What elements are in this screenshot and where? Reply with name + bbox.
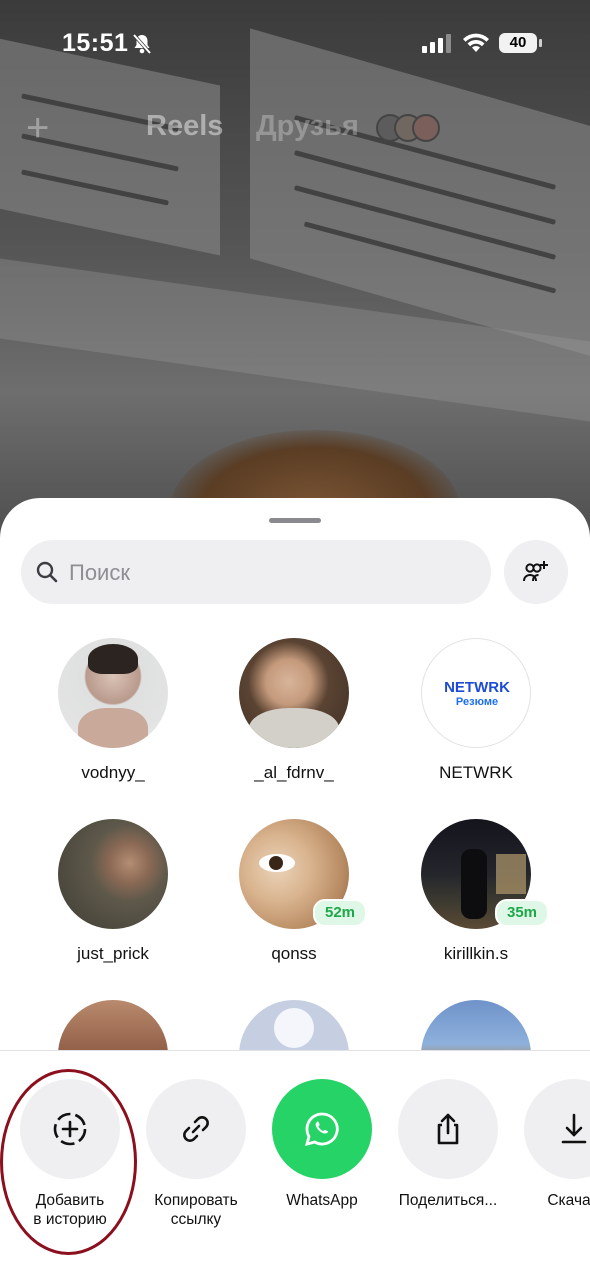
- active-badge: 52m: [313, 899, 367, 927]
- contact-item[interactable]: 35m kirillkin.s: [386, 819, 566, 979]
- battery-indicator: 40: [499, 33, 537, 53]
- add-people-button[interactable]: [504, 540, 568, 604]
- contact-name: kirillkin.s: [443, 944, 509, 963]
- action-label: WhatsApp: [286, 1192, 358, 1209]
- search-icon: [35, 560, 59, 589]
- action-label: Копировать ссылку: [154, 1192, 238, 1228]
- status-bar: 15:51 40: [0, 0, 590, 90]
- contact-name: qonss: [271, 944, 317, 963]
- action-circle: [524, 1079, 590, 1179]
- contact-name: _al_fdrnv_: [254, 763, 334, 782]
- contact-item[interactable]: just_prick: [23, 819, 203, 979]
- action-label: Поделиться...: [398, 1192, 498, 1209]
- contact-item[interactable]: _al_fdrnv_: [204, 638, 384, 798]
- silent-bell-icon: [131, 33, 153, 60]
- link-icon: [183, 1116, 209, 1142]
- contact-item[interactable]: 52m qonss: [204, 819, 384, 979]
- wifi-icon: [462, 32, 490, 59]
- netwrk-logo: NETWRK Резюме: [422, 679, 530, 708]
- plus-icon[interactable]: +: [26, 108, 49, 148]
- contact-item[interactable]: NETWRK Резюме NETWRK: [386, 638, 566, 798]
- netwrk-logo-subtitle: Резюме: [455, 696, 499, 708]
- contact-name: just_prick: [77, 944, 149, 963]
- contacts-grid: vodnyy_ _al_fdrnv_ NETWRK Резюме NETWRK …: [0, 638, 590, 1110]
- share-more-button[interactable]: Поделиться...: [383, 1079, 513, 1249]
- netwrk-logo-text: NETWRK: [444, 679, 510, 696]
- cellular-signal-icon: [422, 33, 452, 58]
- contact-name: vodnyy_: [81, 763, 145, 782]
- action-circle: [272, 1079, 372, 1179]
- search-input[interactable]: [67, 554, 471, 592]
- tab-reels[interactable]: Reels: [146, 110, 223, 143]
- download-button[interactable]: Скача: [509, 1079, 590, 1249]
- copy-link-button[interactable]: Копировать ссылку: [131, 1079, 261, 1249]
- contact-name: NETWRK: [439, 763, 513, 782]
- avatar: [58, 638, 168, 748]
- whatsapp-icon: [305, 1112, 339, 1146]
- whatsapp-share-button[interactable]: WhatsApp: [257, 1079, 387, 1249]
- action-circle: [146, 1079, 246, 1179]
- search-bar[interactable]: [21, 540, 491, 604]
- tab-friends[interactable]: Друзья: [256, 110, 359, 143]
- add-person-icon: [523, 561, 548, 582]
- highlight-ring-annotation: [0, 1069, 137, 1255]
- sheet-grabber[interactable]: [269, 518, 321, 523]
- avatar: [58, 819, 168, 929]
- avatar: NETWRK Резюме: [421, 638, 531, 748]
- battery-nub: [539, 39, 542, 47]
- action-circle: [398, 1079, 498, 1179]
- action-label: Скача: [547, 1192, 590, 1209]
- share-icon: [437, 1113, 459, 1145]
- download-icon: [561, 1113, 587, 1144]
- status-time: 15:51: [62, 29, 129, 57]
- avatar: [412, 114, 440, 142]
- contact-item[interactable]: vodnyy_: [23, 638, 203, 798]
- reels-top-nav: + Reels Друзья: [0, 100, 590, 160]
- avatar: [239, 638, 349, 748]
- active-badge: 35m: [495, 899, 549, 927]
